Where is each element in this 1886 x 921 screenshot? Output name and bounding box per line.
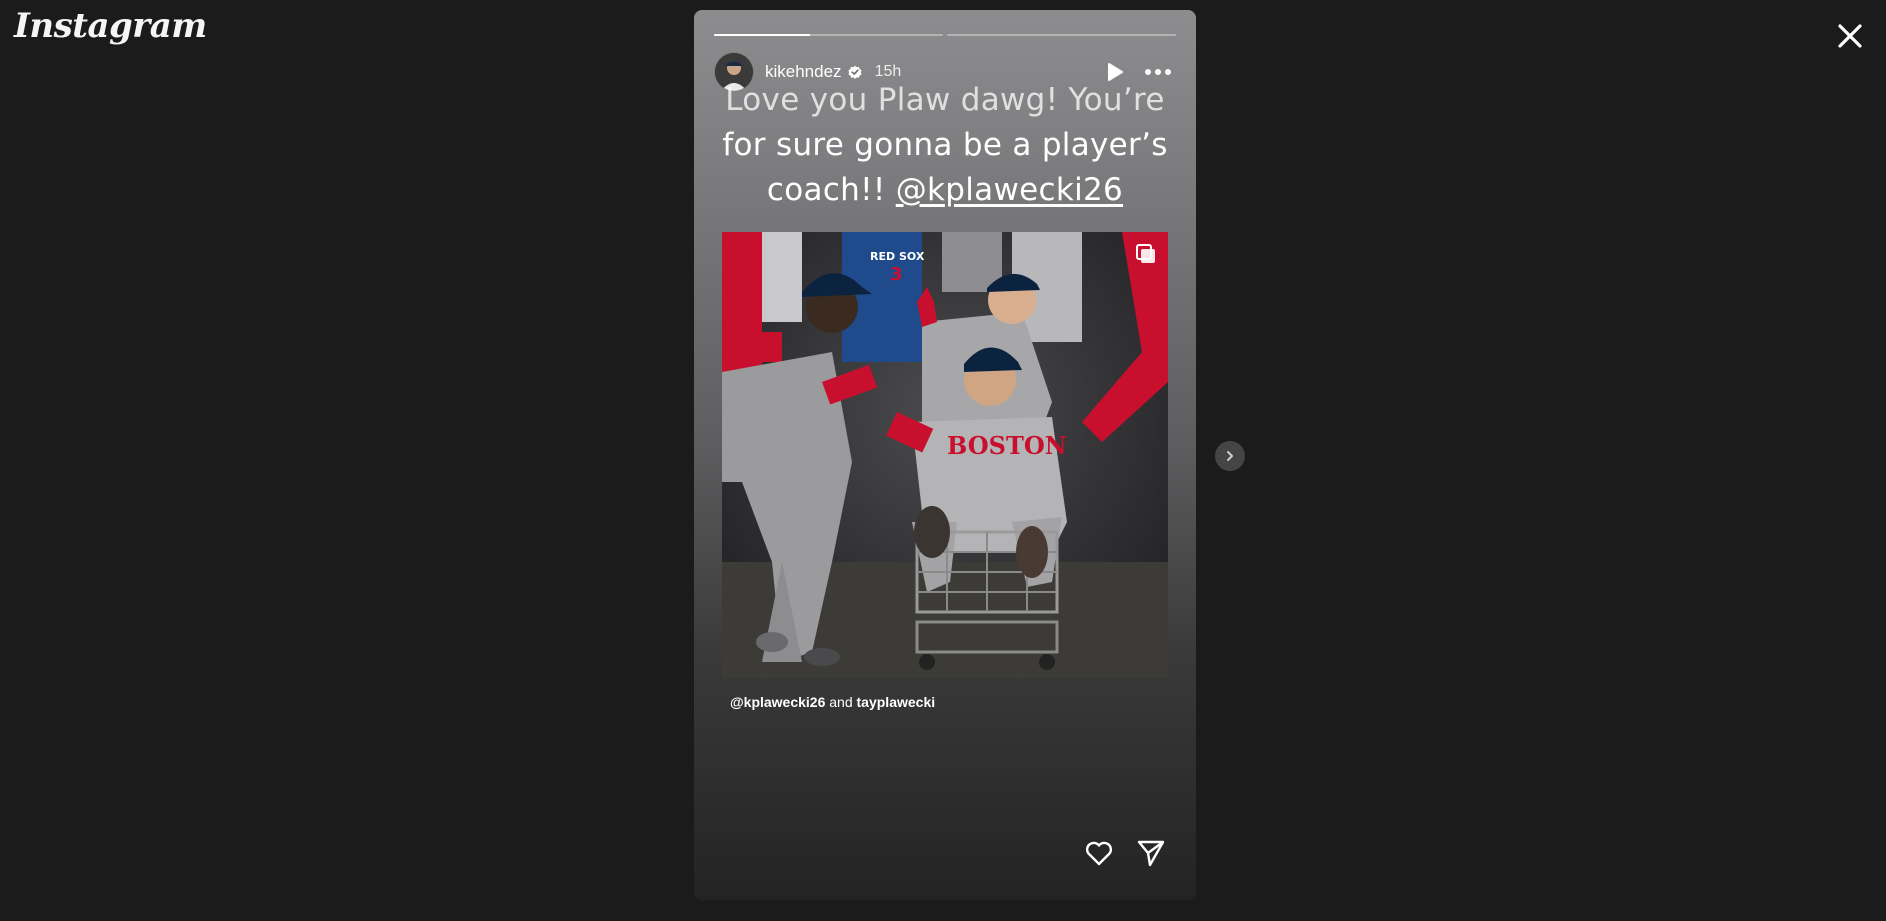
svg-text:RED SOX: RED SOX xyxy=(870,250,925,263)
progress-fill-1 xyxy=(714,34,811,36)
tag-first[interactable]: @kplawecki26 xyxy=(730,694,825,710)
caption-line-2: for sure gonna be a player’s xyxy=(722,127,1168,163)
close-icon[interactable] xyxy=(1830,16,1870,56)
progress-segment-2 xyxy=(947,34,1176,36)
svg-text:3: 3 xyxy=(890,264,903,285)
svg-text:BOSTON: BOSTON xyxy=(947,431,1067,460)
tag-joiner: and xyxy=(825,694,857,710)
caption-mention[interactable]: @kplawecki26 xyxy=(896,172,1123,208)
instagram-logo[interactable]: Instagram xyxy=(14,6,207,46)
story-photo[interactable]: RED SOX 3 BOSTON xyxy=(722,232,1168,678)
tag-second[interactable]: tayplawecki xyxy=(857,694,936,710)
send-icon[interactable] xyxy=(1136,838,1166,868)
photo-tags: @kplawecki26 and tayplawecki xyxy=(730,694,935,710)
story-viewer-page: Instagram kikehndez 15h Love you Plaw da… xyxy=(0,0,1886,921)
caption-line-3-text: coach!! xyxy=(766,172,896,208)
celebration-photo: RED SOX 3 BOSTON xyxy=(722,232,1168,678)
story-caption: Love you Plaw dawg! You’re for sure gonn… xyxy=(714,78,1176,213)
progress-segment-1 xyxy=(714,34,943,36)
story-progress xyxy=(714,34,1176,36)
chevron-right-icon xyxy=(1227,451,1233,461)
story-card[interactable]: kikehndez 15h Love you Plaw dawg! You’re… xyxy=(694,10,1196,900)
caption-line-1: Love you Plaw dawg! You’re xyxy=(725,82,1165,118)
heart-icon[interactable] xyxy=(1084,838,1114,868)
caption-line-3: coach!! @kplawecki26 xyxy=(714,168,1176,213)
next-story-button[interactable] xyxy=(1215,441,1245,471)
story-actions xyxy=(1084,838,1166,868)
